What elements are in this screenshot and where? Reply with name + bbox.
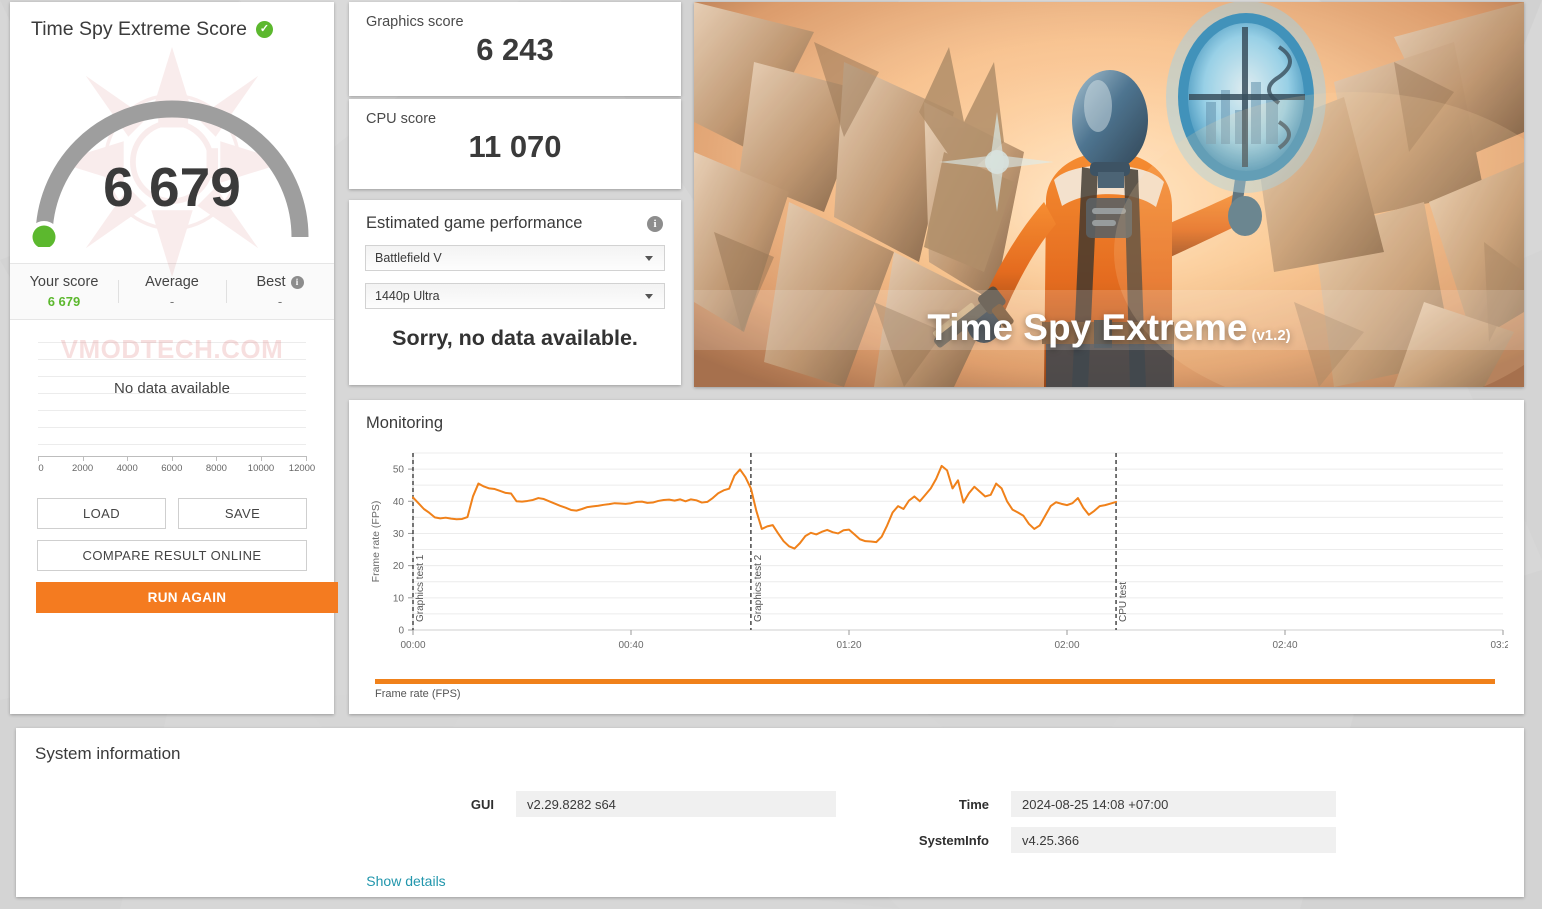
monitoring-legend: Frame rate (FPS): [375, 679, 1495, 700]
score-card-title: Time Spy Extreme Score ✓: [10, 2, 334, 41]
histogram-tick-0: 0: [38, 463, 43, 474]
histogram-tick-4: 8000: [206, 463, 227, 474]
cpu-score-value: 11 070: [349, 129, 681, 165]
histogram-axis: 0 2000 4000 6000 8000 10000 12000: [38, 456, 306, 484]
monitoring-chart: 0 10 20 30 40 50 Frame rate (FPS) 00:00 00:40 01:…: [365, 445, 1508, 675]
cpu-score-card: CPU score 11 070: [349, 99, 681, 189]
svg-text:CPU test: CPU test: [1118, 582, 1129, 622]
svg-text:00:40: 00:40: [618, 640, 643, 651]
estimated-game-performance-message: Sorry, no data available.: [349, 326, 681, 351]
preset-select-value: 1440p Ultra: [375, 289, 440, 303]
score-card-title-text: Time Spy Extreme Score: [31, 18, 247, 41]
average-score-label: Average: [145, 274, 199, 290]
benchmark-version: (v1.2): [1251, 327, 1290, 344]
sysinfo-key-gui: GUI: [186, 797, 516, 812]
sysinfo-key-systeminfo: SystemInfo: [836, 833, 1011, 848]
benchmark-title: Time Spy Extreme(v1.2): [694, 307, 1524, 349]
best-score-column: Best i -: [226, 274, 334, 309]
svg-text:Graphics test 2: Graphics test 2: [753, 554, 764, 622]
score-comparison-row: Your score 6 679 Average - Best i -: [10, 263, 334, 320]
average-score-column: Average -: [118, 274, 226, 309]
estimated-game-performance-title: Estimated game performance: [366, 214, 582, 233]
score-card: Time Spy Extreme Score ✓: [10, 2, 334, 714]
svg-text:02:00: 02:00: [1054, 640, 1079, 651]
estimated-game-performance-card: Estimated game performance i Battlefield…: [349, 200, 681, 385]
histogram-tick-5: 10000: [248, 463, 274, 474]
histogram-tick-1: 2000: [72, 463, 93, 474]
svg-text:40: 40: [393, 497, 405, 508]
load-button[interactable]: LOAD: [37, 498, 166, 529]
monitoring-title: Monitoring: [349, 400, 1524, 433]
run-again-button[interactable]: RUN AGAIN: [36, 582, 338, 613]
svg-text:03:20: 03:20: [1490, 640, 1508, 651]
sysinfo-value-blank: [516, 827, 836, 853]
info-icon[interactable]: i: [647, 216, 663, 232]
svg-text:02:40: 02:40: [1272, 640, 1297, 651]
sysinfo-value-time: 2024-08-25 14:08 +07:00: [1011, 791, 1336, 817]
cpu-score-label: CPU score: [349, 99, 681, 127]
benchmark-title-text: Time Spy Extreme: [927, 307, 1247, 348]
chevron-down-icon: [645, 256, 653, 261]
compare-result-online-button[interactable]: COMPARE RESULT ONLINE: [37, 540, 307, 571]
graphics-score-card: Graphics score 6 243: [349, 2, 681, 96]
svg-text:01:20: 01:20: [836, 640, 861, 651]
show-details-link[interactable]: Show details: [26, 873, 786, 889]
legend-label: Frame rate (FPS): [375, 688, 1495, 700]
graphics-score-value: 6 243: [349, 32, 681, 68]
svg-text:10: 10: [393, 593, 405, 604]
preset-select[interactable]: 1440p Ultra: [365, 283, 665, 309]
chevron-down-icon: [645, 294, 653, 299]
check-circle-icon: ✓: [256, 21, 273, 38]
monitoring-card: Monitoring 0 10 20 30 40 50 Frame rate (FPS) 00…: [349, 400, 1524, 714]
system-information-title: System information: [16, 728, 1524, 764]
svg-text:30: 30: [393, 529, 405, 540]
sysinfo-value-gui: v2.29.8282 s64: [516, 791, 836, 817]
overall-score-value: 6 679: [10, 155, 334, 219]
game-select-value: Battlefield V: [375, 251, 442, 265]
system-information-grid: GUI v2.29.8282 s64 Time 2024-08-25 14:08…: [186, 791, 1524, 853]
system-information-card: System information GUI v2.29.8282 s64 Ti…: [16, 728, 1524, 897]
svg-text:50: 50: [393, 465, 405, 476]
svg-text:00:00: 00:00: [400, 640, 425, 651]
svg-text:20: 20: [393, 561, 405, 572]
your-score-label: Your score: [30, 274, 99, 290]
benchmark-hero-card: Time Spy Extreme(v1.2): [694, 2, 1524, 387]
sysinfo-key-time: Time: [836, 797, 1011, 812]
histogram-tick-3: 6000: [161, 463, 182, 474]
app-window: Time Spy Extreme Score ✓: [0, 0, 1542, 909]
histogram-tick-6: 12000: [289, 463, 315, 474]
score-histogram: No data available: [38, 336, 306, 456]
game-select[interactable]: Battlefield V: [365, 245, 665, 271]
your-score-column: Your score 6 679: [10, 274, 118, 309]
histogram-tick-2: 4000: [117, 463, 138, 474]
legend-color-swatch: [375, 679, 1495, 684]
average-score-value: -: [118, 294, 226, 309]
sysinfo-value-systeminfo: v4.25.366: [1011, 827, 1336, 853]
svg-text:Frame rate (FPS): Frame rate (FPS): [370, 501, 382, 583]
histogram-empty-message: No data available: [38, 380, 306, 397]
save-button[interactable]: SAVE: [178, 498, 307, 529]
score-card-actions: LOAD SAVE COMPARE RESULT ONLINE RUN AGAI…: [37, 498, 307, 613]
best-score-value: -: [226, 294, 334, 309]
estimated-game-performance-header: Estimated game performance i: [349, 200, 681, 233]
info-icon[interactable]: i: [291, 276, 304, 289]
score-gauge: 6 679: [10, 47, 334, 263]
your-score-value: 6 679: [10, 294, 118, 309]
svg-text:0: 0: [398, 626, 404, 637]
svg-text:Graphics test 1: Graphics test 1: [415, 554, 426, 622]
best-score-label: Best: [256, 274, 285, 290]
graphics-score-label: Graphics score: [349, 2, 681, 30]
